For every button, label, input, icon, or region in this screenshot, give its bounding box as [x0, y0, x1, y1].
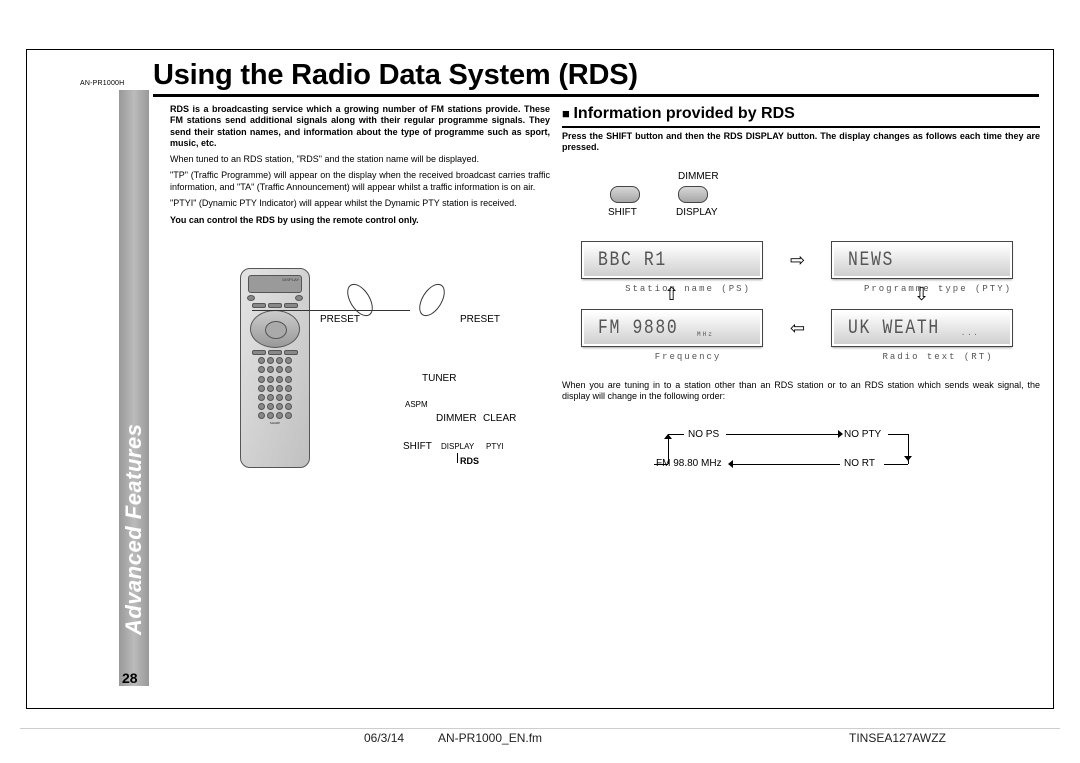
intro-p4: "PTYI" (Dynamic PTY Indicator) will appe…: [170, 198, 550, 209]
arrow-left-icon: ⇦: [790, 318, 805, 339]
callout-dimmer: DIMMER: [436, 413, 477, 424]
intro-p2: When tuned to an RDS station, "RDS" and …: [170, 154, 550, 165]
lcd-ps: BBC R1 Station name (PS): [582, 242, 762, 278]
lcd-pty-sub: Programme type (PTY): [848, 284, 1028, 294]
lcd-ps-sub: Station name (PS): [598, 284, 778, 294]
shift-display-buttons: SHIFT DIMMER DISPLAY: [600, 171, 800, 221]
intro-p1: RDS is a broadcasting service which a gr…: [170, 104, 550, 149]
callout-shift: SHIFT: [403, 441, 432, 452]
sidebar-label: Advanced Features: [121, 455, 147, 635]
remote-diagram: DISPLAY SHARP PRESET PRESET TUNER ASPM D…: [170, 268, 550, 488]
callout-display: DISPLAY: [441, 442, 474, 451]
arrow-right-icon: ⇨: [790, 250, 805, 271]
callout-rds: RDS: [460, 456, 479, 466]
shift-button-icon: [610, 186, 640, 203]
display-button-icon: [678, 186, 708, 203]
callout-tuner: TUNER: [422, 373, 456, 384]
lcd-freq-text: FM 9880: [598, 317, 678, 340]
lcd-rt-dots: ...: [961, 330, 980, 338]
lcd-ps-text: BBC R1: [598, 249, 667, 272]
left-column: RDS is a broadcasting service which a gr…: [170, 104, 550, 231]
page-title: Using the Radio Data System (RDS): [153, 59, 1039, 92]
right-intro: Press the SHIFT button and then the RDS …: [562, 131, 1040, 153]
callout-preset-right: PRESET: [460, 314, 500, 325]
lcd-pty-text: NEWS: [848, 249, 894, 272]
footer-rule: [20, 728, 1060, 729]
arrow-down-icon: ⇩: [914, 284, 929, 305]
remote-screen: DISPLAY: [248, 275, 302, 293]
callout-clear: CLEAR: [483, 413, 516, 424]
footer-file: AN-PR1000_EN.fm: [438, 731, 542, 745]
flow-diagram: NO PS NO PTY FM 98.80 MHz NO RT: [628, 424, 978, 480]
callout-ptyi: PTYI: [486, 442, 504, 451]
flow-no-pty: NO PTY: [844, 429, 881, 440]
preset-right-circle: [414, 279, 450, 320]
footer-code: TINSEA127AWZZ: [849, 731, 946, 745]
lcd-freq-sub: Frequency: [598, 352, 778, 362]
callout-aspm: ASPM: [405, 400, 428, 409]
title-rule: [153, 94, 1039, 97]
right-heading: Information provided by RDS: [562, 104, 1040, 123]
control-note: You can control the RDS by using the rem…: [170, 215, 550, 226]
intro-p3: "TP" (Traffic Programme) will appear on …: [170, 170, 550, 193]
shift-label: SHIFT: [608, 207, 637, 218]
callout-preset-left: PRESET: [320, 314, 360, 325]
display-label: DISPLAY: [676, 207, 718, 218]
right-column: Information provided by RDS Press the SH…: [562, 104, 1040, 157]
lcd-freq-unit: MHz: [697, 331, 714, 338]
remote-control-icon: DISPLAY SHARP: [240, 268, 310, 468]
lcd-rt-sub: Radio text (RT): [848, 352, 1028, 362]
title-block: Using the Radio Data System (RDS): [153, 59, 1039, 97]
dimmer-label: DIMMER: [678, 171, 719, 182]
arrow-up-icon: ⇧: [664, 284, 679, 305]
lcd-rt: UK WEATH ... Radio text (RT): [832, 310, 1012, 346]
footer-date: 06/3/14: [364, 731, 404, 745]
right-rule: [562, 126, 1040, 128]
model-tag: AN-PR1000H: [80, 80, 124, 87]
page-number: 28: [122, 670, 138, 686]
order-note: When you are tuning in to a station othe…: [562, 380, 1040, 402]
lcd-freq: FM 9880 MHz Frequency: [582, 310, 762, 346]
flow-no-rt: NO RT: [844, 458, 875, 469]
section-sidebar: Advanced Features: [119, 90, 149, 686]
flow-no-ps: NO PS: [688, 429, 719, 440]
lcd-rt-text: UK WEATH: [848, 317, 940, 340]
lcd-pty: NEWS Programme type (PTY): [832, 242, 1012, 278]
